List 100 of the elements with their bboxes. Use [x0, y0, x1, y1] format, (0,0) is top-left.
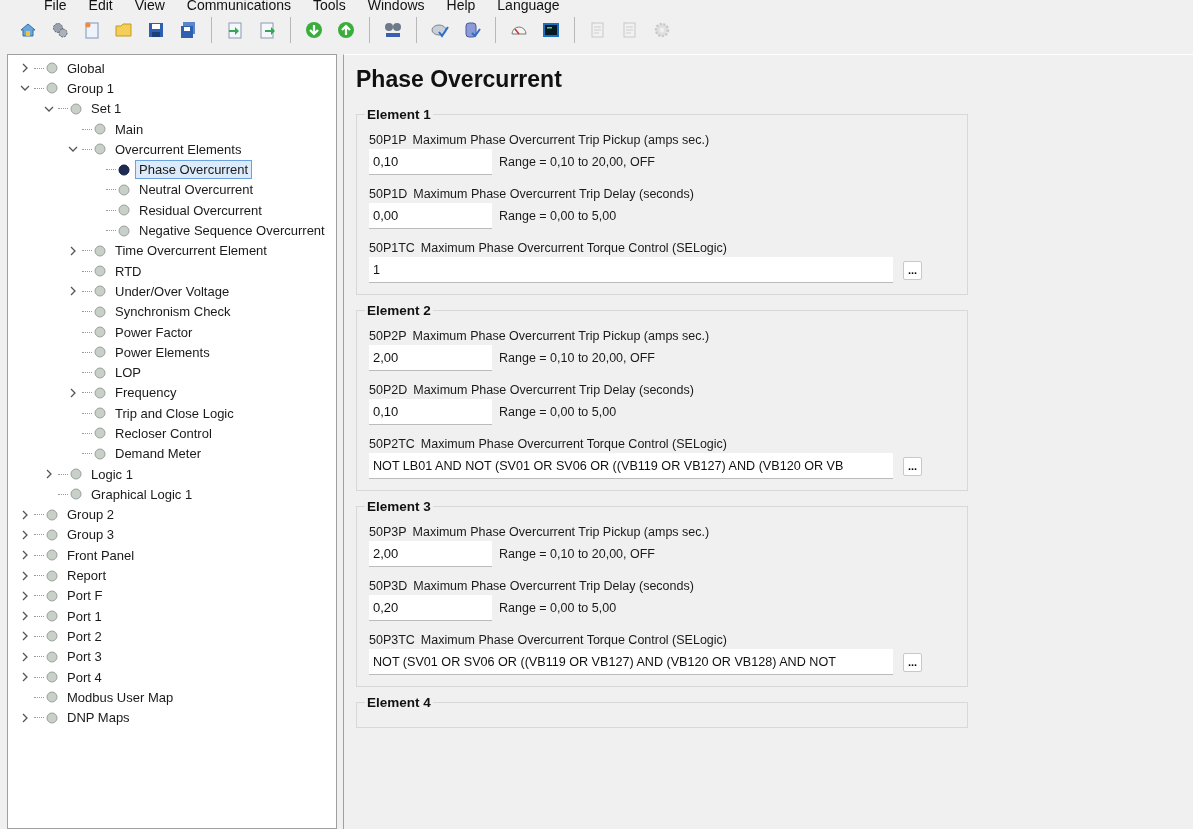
status-dot-icon	[118, 183, 130, 196]
menu-item[interactable]: Communications	[186, 0, 292, 12]
status-dot-icon	[46, 569, 58, 582]
expand-chevron-icon[interactable]	[20, 712, 30, 723]
home-icon[interactable]	[19, 21, 37, 39]
logic-input-field[interactable]: NOT LB01 AND NOT (SV01 OR SV06 OR ((VB119 OR VB127) AND (VB120 OR VB	[369, 453, 893, 479]
gears-icon[interactable]	[51, 21, 69, 39]
menu-item[interactable]: File	[44, 0, 67, 12]
setting-code: 50P3P	[369, 525, 407, 539]
tree-item[interactable]: Set 1	[87, 99, 126, 119]
tree-item[interactable]: RTD	[111, 261, 146, 281]
tree-item[interactable]: LOP	[111, 363, 145, 383]
menu-item[interactable]: Help	[446, 0, 476, 12]
status-dot-icon	[94, 447, 106, 460]
expand-chevron-icon[interactable]	[68, 286, 78, 297]
import-icon[interactable]	[226, 21, 244, 39]
expand-chevron-icon[interactable]	[20, 550, 30, 561]
tree-item[interactable]: Group 1	[63, 78, 118, 98]
tree-item[interactable]: Time Overcurrent Element	[111, 241, 271, 261]
status-dot-icon	[94, 143, 106, 156]
input-field[interactable]: 0,00	[369, 203, 492, 229]
expand-chevron-icon[interactable]	[20, 570, 30, 581]
setting-code: 50P3TC	[369, 633, 415, 647]
tree-item[interactable]: Group 3	[63, 525, 118, 545]
tree-item[interactable]: Power Factor	[111, 322, 197, 342]
expand-chevron-icon[interactable]	[68, 387, 78, 398]
status-dot-icon	[94, 305, 106, 318]
expand-chevron-icon[interactable]	[20, 672, 30, 683]
terminal-icon[interactable]	[542, 21, 560, 39]
expand-chevron-icon[interactable]	[20, 651, 30, 662]
expand-chevron-icon[interactable]	[20, 611, 30, 622]
tree-item[interactable]: Port F	[63, 586, 107, 606]
tree-item[interactable]: Negative Sequence Overcurrent	[135, 221, 329, 240]
status-dot-icon	[46, 691, 58, 704]
menu-item[interactable]: Windows	[367, 0, 425, 12]
upload-icon[interactable]	[337, 21, 355, 39]
ellipsis-button[interactable]: ...	[903, 652, 922, 672]
tree-item[interactable]: Group 2	[63, 505, 118, 525]
tree-item[interactable]: Demand Meter	[111, 444, 205, 464]
save-all-icon[interactable]	[179, 21, 197, 39]
tree-item[interactable]: Power Elements	[111, 342, 214, 362]
page-title: Phase Overcurrent	[356, 66, 563, 93]
tree-item[interactable]: Phase Overcurrent	[135, 160, 253, 180]
group-title: Element 2	[366, 303, 432, 318]
ellipsis-button[interactable]: ...	[903, 456, 922, 476]
input-field[interactable]: 0,10	[369, 149, 492, 175]
menu-item[interactable]: View	[134, 0, 165, 12]
status-dot-icon	[94, 285, 106, 298]
tree-item[interactable]: Report	[63, 566, 111, 586]
tree-item[interactable]: DNP Maps	[63, 708, 134, 728]
expand-chevron-icon[interactable]	[44, 469, 54, 480]
save-icon[interactable]	[147, 21, 165, 39]
database-check-icon[interactable]	[463, 21, 481, 39]
download-icon[interactable]	[305, 21, 323, 39]
setting-label: Maximum Phase Overcurrent Trip Pickup (amps sec.)	[412, 329, 710, 343]
tree-item[interactable]: Main	[111, 119, 148, 139]
expand-chevron-icon[interactable]	[68, 245, 78, 256]
tree-item[interactable]: Port 1	[63, 606, 106, 626]
tree-item[interactable]: Port 4	[63, 667, 106, 687]
ellipsis-button[interactable]: ...	[903, 260, 922, 280]
status-dot-icon	[94, 346, 106, 359]
tree-item[interactable]: Neutral Overcurrent	[135, 180, 258, 200]
tree-item[interactable]: Front Panel	[63, 545, 139, 565]
expand-chevron-icon[interactable]	[20, 529, 30, 540]
logic-input-field[interactable]: NOT (SV01 OR SV06 OR ((VB119 OR VB127) AND (VB120 OR VB128) AND NOT	[369, 649, 893, 675]
setting-label: Maximum Phase Overcurrent Trip Delay (seconds)	[413, 187, 694, 201]
tree-item[interactable]: Logic 1	[87, 464, 137, 484]
tree-item[interactable]: Graphical Logic 1	[87, 484, 197, 504]
status-dot-icon	[46, 650, 58, 663]
tree-item[interactable]: Global	[63, 58, 109, 78]
tree-item[interactable]: Synchronism Check	[111, 302, 235, 322]
menu-item[interactable]: Edit	[88, 0, 113, 12]
tree-item[interactable]: Overcurrent Elements	[111, 139, 246, 159]
export-icon[interactable]	[258, 21, 276, 39]
tree-item[interactable]: Port 3	[63, 647, 106, 667]
range-text: Range = 0,00 to 5,00	[499, 209, 617, 223]
setting-label: Maximum Phase Overcurrent Trip Delay (seconds)	[413, 579, 694, 593]
expand-chevron-icon[interactable]	[20, 63, 30, 74]
expand-chevron-icon[interactable]	[20, 590, 30, 601]
setting-code: 50P1P	[369, 133, 407, 147]
tree-item[interactable]: Residual Overcurrent	[135, 200, 266, 220]
expand-chevron-icon[interactable]	[20, 631, 30, 642]
expand-chevron-icon[interactable]	[20, 509, 30, 520]
input-field[interactable]: 0,20	[369, 595, 492, 621]
range-text: Range = 0,10 to 20,00, OFF	[499, 547, 655, 561]
tree-item[interactable]: Under/Over Voltage	[111, 281, 234, 301]
input-field[interactable]: 2,00	[369, 541, 492, 567]
logic-input-field[interactable]: 1	[369, 257, 893, 283]
input-field[interactable]: 0,10	[369, 399, 492, 425]
status-dot-icon	[46, 630, 58, 643]
menu-item[interactable]: Tools	[313, 0, 346, 12]
tree-item[interactable]: Frequency	[111, 383, 181, 403]
status-dot-icon	[46, 82, 58, 95]
input-field[interactable]: 2,00	[369, 345, 492, 371]
tree-item[interactable]: Trip and Close Logic	[111, 403, 238, 423]
tree-item[interactable]: Recloser Control	[111, 424, 216, 443]
menu-item[interactable]: Language	[497, 0, 560, 12]
tree-item[interactable]: Modbus User Map	[63, 687, 178, 707]
setting-code: 50P3D	[369, 579, 408, 593]
tree-item[interactable]: Port 2	[63, 626, 106, 646]
